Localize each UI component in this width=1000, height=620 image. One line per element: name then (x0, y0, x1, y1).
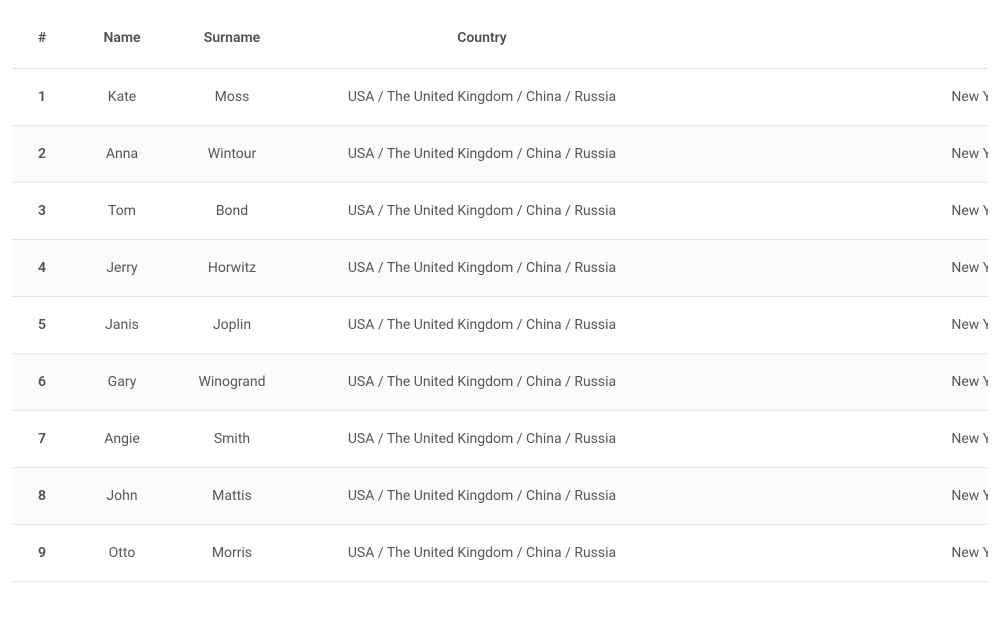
col-header-index: # (12, 12, 72, 69)
cell-surname: Wintour (172, 126, 292, 183)
col-header-surname: Surname (172, 12, 292, 69)
cell-index: 3 (12, 183, 72, 240)
cell-index: 4 (12, 240, 72, 297)
cell-index: 5 (12, 297, 72, 354)
cell-surname: Mattis (172, 468, 292, 525)
table-row: 5 Janis Joplin USA / The United Kingdom … (12, 297, 988, 354)
table-body: 1 Kate Moss USA / The United Kingdom / C… (12, 69, 988, 582)
cell-country: USA / The United Kingdom / China / Russi… (292, 69, 672, 126)
cell-index: 8 (12, 468, 72, 525)
cell-name: John (72, 468, 172, 525)
cell-name: Otto (72, 525, 172, 582)
cell-country: USA / The United Kingdom / China / Russi… (292, 240, 672, 297)
cell-name: Kate (72, 69, 172, 126)
cell-city: New York City / Warsaw / Lodz / Amsterda… (672, 354, 988, 411)
cell-country: USA / The United Kingdom / China / Russi… (292, 183, 672, 240)
cell-surname: Morris (172, 525, 292, 582)
cell-city: New York City / Warsaw / Lodz / Amsterda… (672, 69, 988, 126)
cell-surname: Moss (172, 69, 292, 126)
cell-country: USA / The United Kingdom / China / Russi… (292, 354, 672, 411)
table-row: 2 Anna Wintour USA / The United Kingdom … (12, 126, 988, 183)
cell-country: USA / The United Kingdom / China / Russi… (292, 297, 672, 354)
cell-country: USA / The United Kingdom / China / Russi… (292, 411, 672, 468)
cell-country: USA / The United Kingdom / China / Russi… (292, 525, 672, 582)
cell-country: USA / The United Kingdom / China / Russi… (292, 468, 672, 525)
cell-name: Angie (72, 411, 172, 468)
table-row: 8 John Mattis USA / The United Kingdom /… (12, 468, 988, 525)
cell-city: New York City / Warsaw / Lodz / Amsterda… (672, 468, 988, 525)
data-table: # Name Surname Country City 1 Kate Moss … (12, 12, 988, 582)
cell-city: New York City / Warsaw / Lodz / Amsterda… (672, 183, 988, 240)
table-row: 9 Otto Morris USA / The United Kingdom /… (12, 525, 988, 582)
cell-city: New York City / Warsaw / Lodz / Amsterda… (672, 411, 988, 468)
table-row: 3 Tom Bond USA / The United Kingdom / Ch… (12, 183, 988, 240)
cell-city: New York City / Warsaw / Lodz / Amsterda… (672, 525, 988, 582)
table-scroll-wrapper[interactable]: # Name Surname Country City 1 Kate Moss … (12, 12, 988, 582)
cell-name: Jerry (72, 240, 172, 297)
table-row: 1 Kate Moss USA / The United Kingdom / C… (12, 69, 988, 126)
cell-name: Janis (72, 297, 172, 354)
table-header-row: # Name Surname Country City (12, 12, 988, 69)
cell-index: 6 (12, 354, 72, 411)
cell-index: 2 (12, 126, 72, 183)
table-row: 4 Jerry Horwitz USA / The United Kingdom… (12, 240, 988, 297)
col-header-name: Name (72, 12, 172, 69)
table-row: 6 Gary Winogrand USA / The United Kingdo… (12, 354, 988, 411)
cell-index: 9 (12, 525, 72, 582)
cell-name: Gary (72, 354, 172, 411)
cell-index: 7 (12, 411, 72, 468)
cell-city: New York City / Warsaw / Lodz / Amsterda… (672, 126, 988, 183)
cell-country: USA / The United Kingdom / China / Russi… (292, 126, 672, 183)
cell-city: New York City / Warsaw / Lodz / Amsterda… (672, 297, 988, 354)
cell-name: Tom (72, 183, 172, 240)
cell-surname: Smith (172, 411, 292, 468)
col-header-city: City (672, 12, 988, 69)
cell-surname: Joplin (172, 297, 292, 354)
cell-city: New York City / Warsaw / Lodz / Amsterda… (672, 240, 988, 297)
col-header-country: Country (292, 12, 672, 69)
cell-index: 1 (12, 69, 72, 126)
cell-surname: Horwitz (172, 240, 292, 297)
cell-surname: Bond (172, 183, 292, 240)
cell-surname: Winogrand (172, 354, 292, 411)
table-row: 7 Angie Smith USA / The United Kingdom /… (12, 411, 988, 468)
cell-name: Anna (72, 126, 172, 183)
